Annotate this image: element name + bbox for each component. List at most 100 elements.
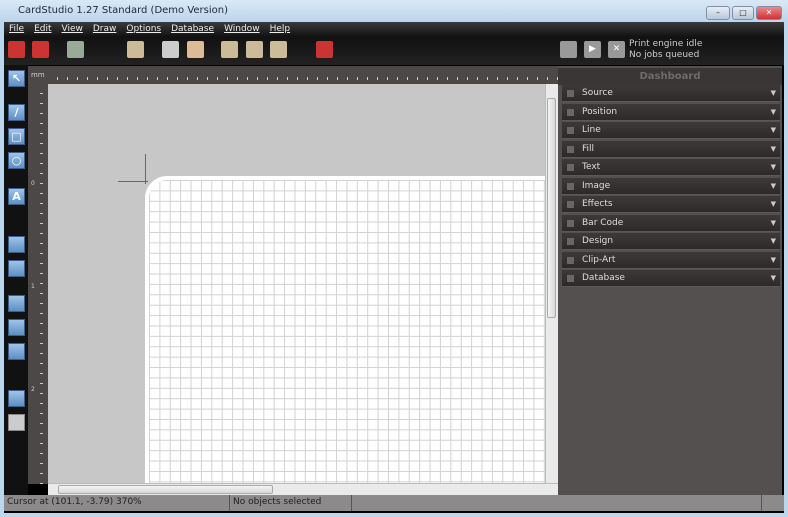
chevron-down-icon[interactable]: ▼	[771, 141, 776, 158]
image-tool-icon[interactable]	[8, 295, 25, 312]
play-icon[interactable]: ▶	[584, 41, 601, 58]
print-engine-status: Print engine idle No jobs queued	[629, 39, 702, 61]
chevron-down-icon[interactable]: ▼	[771, 122, 776, 139]
chevron-down-icon[interactable]: ▼	[771, 252, 776, 269]
dashboard-item-clip-art[interactable]: Clip-Art ▼	[562, 251, 780, 269]
chevron-down-icon[interactable]: ▼	[771, 178, 776, 195]
checkbox-icon[interactable]	[567, 164, 574, 171]
dashboard-item-image[interactable]: Image ▼	[562, 177, 780, 195]
dashboard-item-design[interactable]: Design ▼	[562, 233, 780, 250]
print-icon[interactable]	[316, 41, 333, 58]
menu-draw[interactable]: Draw	[88, 22, 122, 37]
checkbox-icon[interactable]	[567, 201, 574, 208]
refresh-icon[interactable]	[8, 41, 25, 58]
card-surface[interactable]	[145, 176, 545, 483]
dashboard-item-label: Fill	[582, 143, 595, 154]
clipart-tool-icon[interactable]	[8, 319, 25, 336]
barcode2-tool-icon[interactable]	[8, 260, 25, 277]
ellipse-tool-icon[interactable]: ○	[8, 152, 25, 169]
chevron-down-icon[interactable]: ▼	[771, 233, 776, 250]
crosshair-h	[118, 181, 148, 182]
layout-icon[interactable]	[187, 41, 204, 58]
magnetic-tool-icon[interactable]	[8, 414, 25, 431]
stop-icon[interactable]: ✕	[608, 41, 625, 58]
zoom-out-icon[interactable]	[246, 41, 263, 58]
horizontal-scroll-thumb[interactable]	[58, 485, 273, 494]
database-tool-icon[interactable]	[8, 390, 25, 407]
design-canvas[interactable]	[48, 84, 545, 483]
monitor-icon[interactable]	[162, 41, 179, 58]
ruler-label: 1	[31, 283, 35, 290]
extra-status	[352, 495, 762, 511]
dashboard-item-label: Design	[582, 236, 614, 246]
checkbox-icon[interactable]	[567, 238, 574, 245]
menu-bar: File Edit View Draw Options Database Win…	[4, 22, 784, 37]
checkbox-icon[interactable]	[567, 127, 574, 134]
ruler-unit: mm	[28, 66, 48, 84]
checkbox-icon[interactable]	[567, 256, 574, 264]
menu-database[interactable]: Database	[166, 22, 219, 37]
selection-status: No objects selected	[230, 495, 352, 511]
checkbox-icon[interactable]	[567, 108, 574, 116]
dashboard-item-database[interactable]: Database ▼	[562, 270, 780, 287]
checkbox-icon[interactable]	[567, 219, 574, 227]
dashboard-title: Dashboard	[558, 68, 782, 85]
dashboard-item-label: Line	[582, 125, 601, 135]
dashboard-item-effects[interactable]: Effects ▼	[562, 196, 780, 213]
ruler-label: 0	[31, 180, 35, 187]
dashboard-item-position[interactable]: Position ▼	[562, 103, 780, 121]
delete-icon[interactable]	[32, 41, 49, 58]
window-title: CardStudio 1.27 Standard (Demo Version)	[18, 5, 229, 16]
chevron-down-icon[interactable]: ▼	[771, 270, 776, 287]
cursor-status: Cursor at (101.1, -3.79) 370%	[4, 495, 230, 511]
tool-icon[interactable]	[127, 41, 144, 58]
checkbox-icon[interactable]	[567, 145, 574, 153]
text-tool-icon[interactable]: A	[8, 188, 25, 205]
rectangle-tool-icon[interactable]: □	[8, 128, 25, 145]
minimize-button[interactable]: –	[706, 6, 730, 20]
dashboard-item-line[interactable]: Line ▼	[562, 122, 780, 139]
dashboard-item-text[interactable]: Text ▼	[562, 159, 780, 176]
chevron-down-icon[interactable]: ▼	[771, 215, 776, 232]
horizontal-ruler	[48, 66, 558, 84]
ruler-label: 2	[31, 386, 35, 393]
zoom-fit-icon[interactable]	[270, 41, 287, 58]
status-bar: Cursor at (101.1, -3.79) 370% No objects…	[4, 495, 784, 511]
chevron-down-icon[interactable]: ▼	[771, 159, 776, 176]
barcode-tool-icon[interactable]	[8, 236, 25, 253]
dashboard-item-label: Database	[582, 273, 625, 283]
line-tool-icon[interactable]: /	[8, 104, 25, 121]
dashboard-item-label: Image	[582, 180, 611, 191]
dashboard-item-label: Effects	[582, 199, 613, 209]
pointer-icon[interactable]: ↖	[8, 70, 25, 87]
maximize-button[interactable]: □	[732, 6, 754, 20]
engine-queue-text: No jobs queued	[629, 50, 700, 60]
zoom-in-icon[interactable]	[221, 41, 238, 58]
menu-options[interactable]: Options	[121, 22, 166, 37]
dashboard-item-label: Clip-Art	[582, 254, 616, 265]
card-icon[interactable]	[67, 41, 84, 58]
print-settings-icon[interactable]	[560, 41, 577, 58]
menu-file[interactable]: File	[4, 22, 29, 37]
dashboard-item-label: Position	[582, 106, 618, 117]
chevron-down-icon[interactable]: ▼	[771, 104, 776, 121]
vertical-scroll-thumb[interactable]	[547, 98, 556, 318]
close-button[interactable]: ✕	[756, 6, 782, 20]
dashboard-item-fill[interactable]: Fill ▼	[562, 140, 780, 158]
chevron-down-icon[interactable]: ▼	[771, 196, 776, 213]
menu-view[interactable]: View	[57, 22, 88, 37]
checkbox-icon[interactable]	[567, 182, 574, 190]
dashboard-item-source[interactable]: Source ▼	[562, 85, 780, 102]
checkbox-icon[interactable]	[567, 275, 574, 282]
dashboard-item-label: Bar Code	[582, 217, 624, 228]
menu-window[interactable]: Window	[219, 22, 265, 37]
dashboard-item-bar-code[interactable]: Bar Code ▼	[562, 214, 780, 232]
picture-tool-icon[interactable]	[8, 343, 25, 360]
dashboard-item-label: Text	[582, 162, 601, 172]
menu-edit[interactable]: Edit	[29, 22, 56, 37]
checkbox-icon[interactable]	[567, 90, 574, 97]
chevron-down-icon[interactable]: ▼	[771, 85, 776, 102]
menu-help[interactable]: Help	[265, 22, 296, 37]
dashboard-item-label: Source	[582, 88, 613, 98]
crosshair-v	[145, 154, 146, 184]
